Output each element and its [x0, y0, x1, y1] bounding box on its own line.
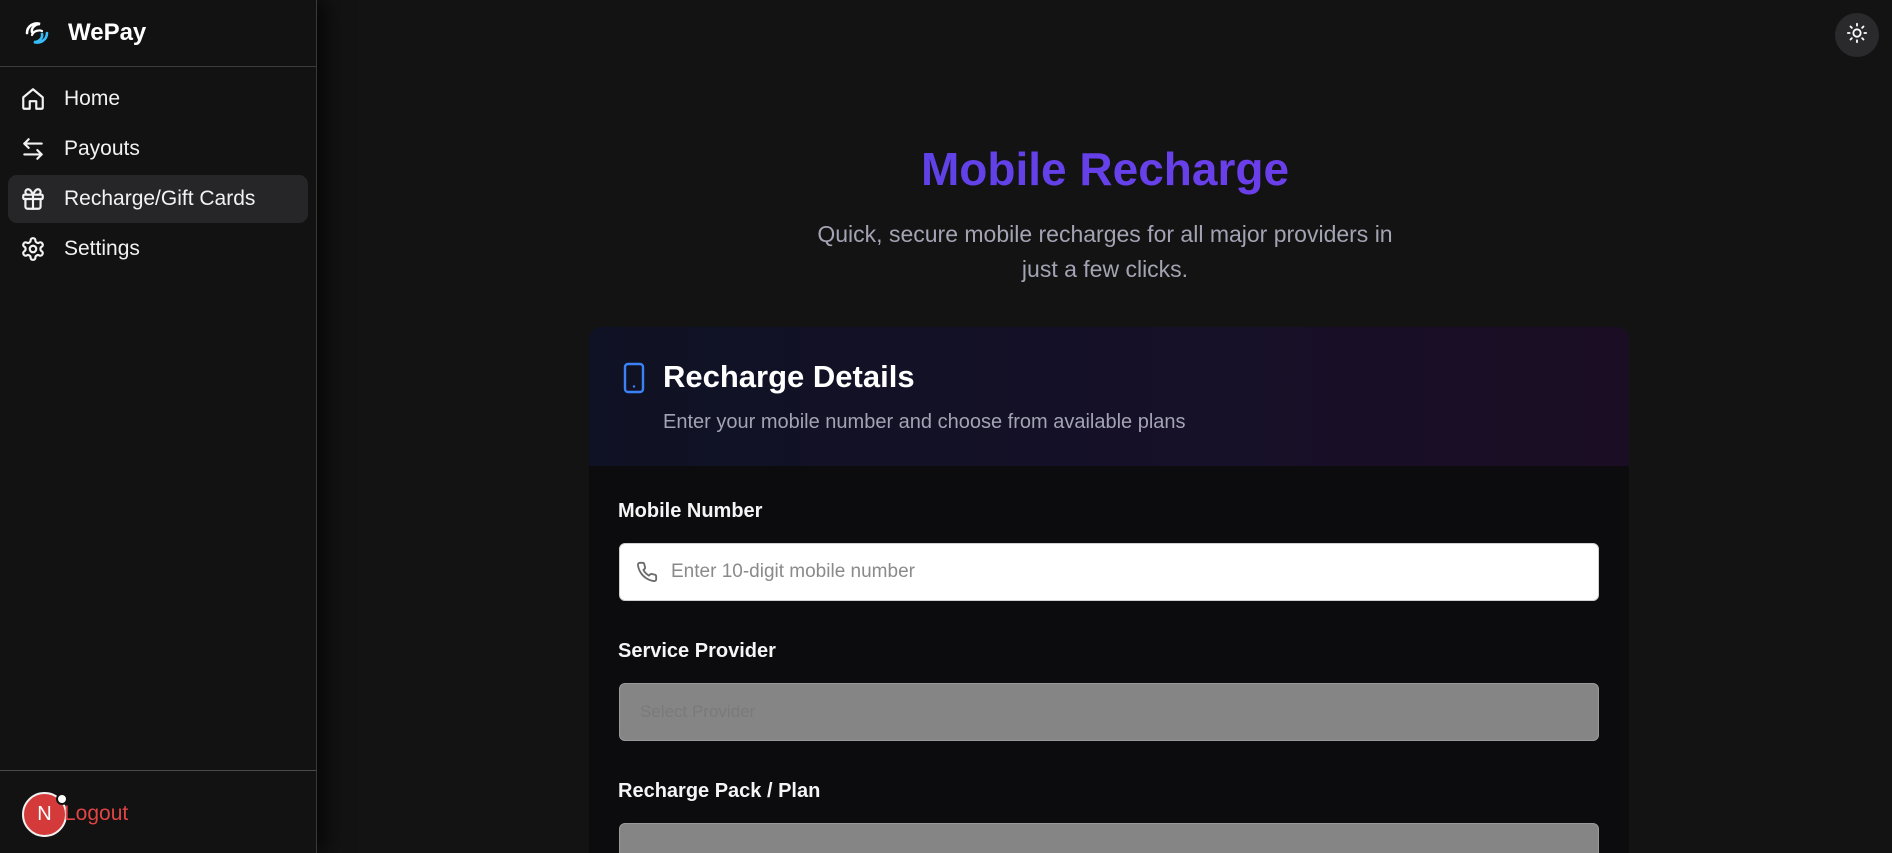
brand-name: WePay	[68, 19, 147, 46]
sidebar-nav: Home Payouts Recharge/Gift Cards Setting…	[0, 67, 316, 283]
mobile-number-input[interactable]	[671, 561, 1571, 583]
sidebar-item-settings[interactable]: Settings	[8, 225, 308, 273]
sidebar-item-payouts[interactable]: Payouts	[8, 125, 308, 173]
arrows-left-right-icon	[19, 135, 47, 163]
theme-toggle-button[interactable]	[1835, 13, 1879, 57]
card-description: Enter your mobile number and choose from…	[663, 411, 1186, 433]
avatar-initial: N	[37, 803, 52, 825]
sidebar: WePay Home Payouts Recharge/Gift Cards S…	[0, 0, 317, 853]
phone-icon	[635, 560, 659, 584]
plan-label: Recharge Pack / Plan	[618, 780, 821, 802]
service-provider-placeholder: Select Provider	[640, 702, 756, 721]
sidebar-footer: N Logout	[0, 770, 316, 853]
plan-select[interactable]	[619, 823, 1599, 853]
wepay-logo-icon	[22, 18, 52, 48]
card-title: Recharge Details	[663, 359, 915, 394]
mobile-number-field[interactable]	[619, 543, 1599, 601]
page-title: Mobile Recharge	[318, 142, 1892, 196]
sidebar-item-home[interactable]: Home	[8, 75, 308, 123]
card-header: Recharge Details Enter your mobile numbe…	[589, 327, 1629, 466]
gear-icon	[19, 235, 47, 263]
gift-icon	[19, 185, 47, 213]
home-icon	[19, 85, 47, 113]
recharge-details-card: Recharge Details Enter your mobile numbe…	[589, 327, 1629, 853]
sidebar-item-label: Home	[64, 87, 121, 110]
page-subtitle: Quick, secure mobile recharges for all m…	[817, 221, 1393, 282]
app-root: WePay Home Payouts Recharge/Gift Cards S…	[0, 0, 1892, 853]
mobile-number-label: Mobile Number	[618, 500, 763, 522]
sidebar-item-label: Settings	[64, 237, 140, 260]
service-provider-label: Service Provider	[618, 640, 776, 662]
sun-icon	[1846, 22, 1868, 49]
logout-button[interactable]: Logout	[64, 802, 128, 826]
sidebar-item-label: Payouts	[64, 137, 140, 160]
sidebar-item-label: Recharge/Gift Cards	[64, 187, 256, 210]
sidebar-item-recharge-gift-cards[interactable]: Recharge/Gift Cards	[8, 175, 308, 223]
service-provider-select[interactable]: Select Provider	[619, 683, 1599, 741]
brand[interactable]: WePay	[0, 0, 316, 67]
main-content: Mobile Recharge Quick, secure mobile rec…	[318, 0, 1892, 853]
smartphone-icon	[620, 362, 650, 394]
